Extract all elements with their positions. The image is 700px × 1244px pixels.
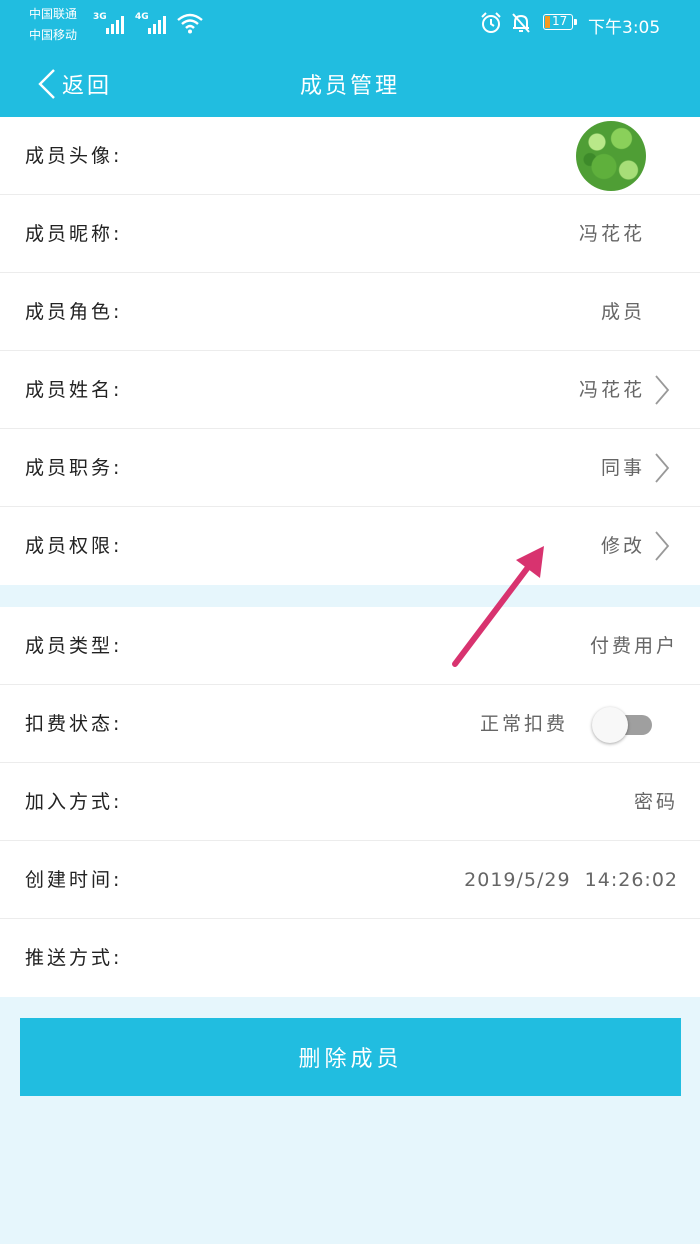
row-label: 成员职务: (25, 457, 123, 479)
carrier-label-1: 中国联通 (29, 7, 78, 21)
row-label: 加入方式: (25, 791, 123, 813)
row-permission[interactable]: 成员权限: 修改 (0, 507, 700, 585)
row-label: 扣费状态: (25, 713, 123, 735)
member-info-section: 成员头像: 成员昵称: 冯花花 成员角色: 成员 成员姓名: 冯花花 成员职务:… (0, 117, 700, 585)
row-label: 成员权限: (25, 535, 123, 557)
row-value: 密码 (633, 791, 678, 813)
alarm-icon (481, 12, 501, 33)
row-created-time: 创建时间: 2019/5/29 14:26:02 (0, 841, 700, 919)
row-value: 付费用户 (589, 635, 678, 657)
row-label: 成员姓名: (25, 379, 123, 401)
row-value: 2019/5/29 14:26:02 (464, 869, 678, 891)
row-join-method: 加入方式: 密码 (0, 763, 700, 841)
nav-bar: 返回 成员管理 (0, 50, 700, 117)
row-name[interactable]: 成员姓名: 冯花花 (0, 351, 700, 429)
row-position[interactable]: 成员职务: 同事 (0, 429, 700, 507)
row-value: 同事 (600, 457, 645, 479)
annotation-arrow-icon (452, 546, 544, 667)
row-label: 创建时间: (25, 869, 123, 891)
row-value: 正常扣费 (479, 713, 568, 735)
row-label: 推送方式: (25, 947, 123, 969)
row-value: 冯花花 (578, 379, 645, 401)
battery-level: 17 (552, 14, 568, 28)
carrier-label-2: 中国移动 (29, 28, 78, 42)
row-label: 成员角色: (25, 301, 123, 323)
row-member-type: 成员类型: 付费用户 (0, 607, 700, 685)
row-nickname: 成员昵称: 冯花花 (0, 195, 700, 273)
row-push-method[interactable]: 推送方式: (0, 919, 700, 997)
avatar (576, 121, 646, 191)
wifi-icon (177, 13, 203, 34)
row-billing-status: 扣费状态: 正常扣费 (0, 685, 700, 763)
row-label: 成员昵称: (25, 223, 123, 245)
row-value: 冯花花 (578, 223, 645, 245)
delete-member-button[interactable]: 删除成员 (20, 1018, 681, 1096)
status-bar: 中国联通 中国移动 3G 4G 17 下午3:05 (0, 0, 700, 50)
page-title: 成员管理 (299, 74, 400, 99)
mute-bell-icon (512, 13, 530, 33)
row-avatar[interactable]: 成员头像: (0, 117, 700, 195)
member-billing-section: 成员类型: 付费用户 扣费状态: 正常扣费 加入方式: 密码 创建时间: 201… (0, 607, 700, 997)
chevron-right-icon (655, 453, 670, 483)
status-time: 下午3:05 (588, 18, 661, 38)
row-value: 修改 (600, 535, 645, 557)
chevron-right-icon (655, 531, 670, 561)
chevron-right-icon (655, 375, 670, 405)
billing-toggle[interactable] (592, 707, 654, 743)
row-label: 成员类型: (25, 635, 123, 657)
row-value: 成员 (600, 301, 645, 323)
battery-icon: 17 (543, 14, 577, 30)
row-label: 成员头像: (25, 145, 123, 167)
row-role: 成员角色: 成员 (0, 273, 700, 351)
